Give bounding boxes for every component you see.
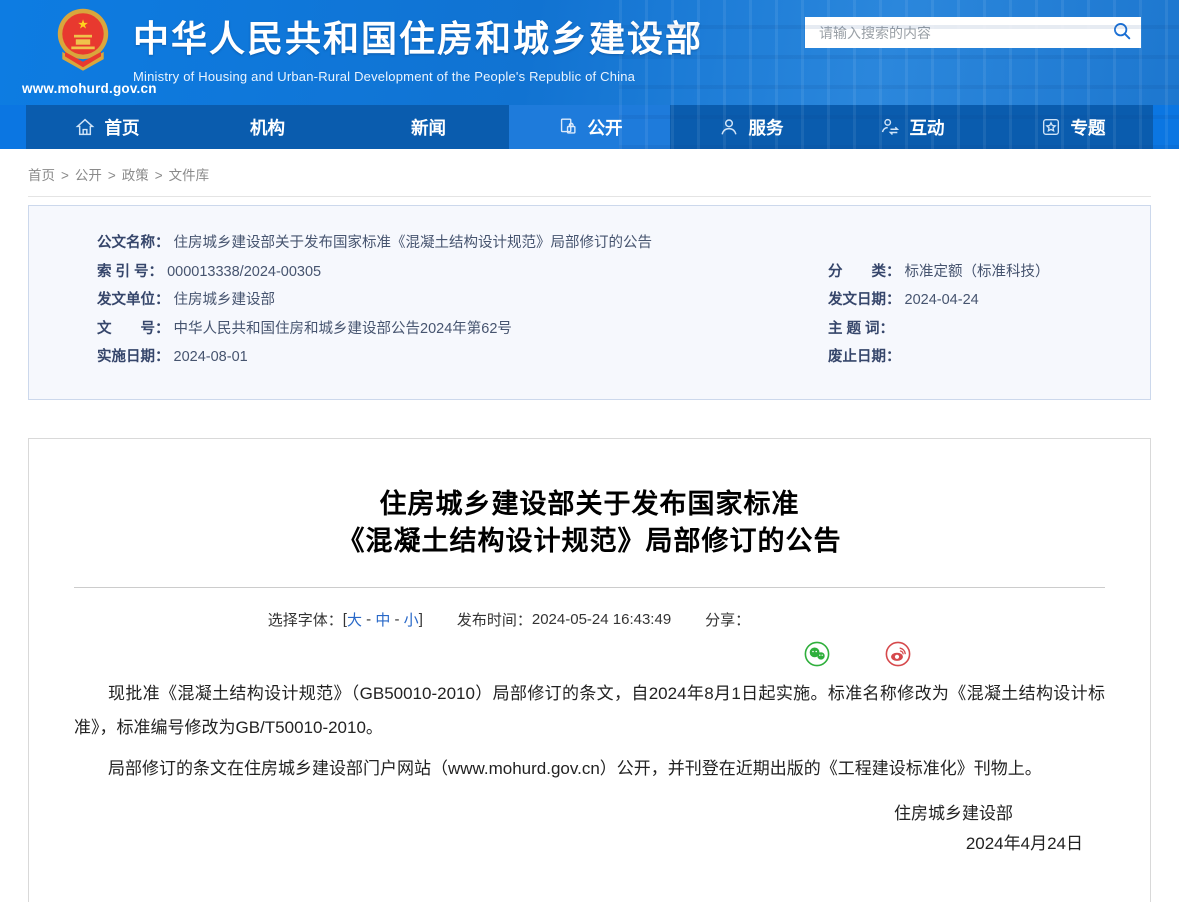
article-title: 住房城乡建设部关于发布国家标准 《混凝土结构设计规范》局部修订的公告: [74, 486, 1105, 560]
nav-label: 新闻: [411, 115, 446, 140]
font-size-separator: -: [362, 611, 375, 628]
font-size-small[interactable]: 小: [404, 609, 419, 630]
meta-value-doc-name: 住房城乡建设部关于发布国家标准《混凝土结构设计规范》局部修订的公告: [174, 235, 653, 251]
nav-label: 专题: [1071, 115, 1106, 140]
meta-value-index-number: 000013338/2024-00305: [167, 264, 321, 280]
share-label: 分享：: [705, 609, 750, 630]
meta-label: 索 引 号：: [97, 264, 163, 280]
breadcrumb: 首页 > 公开 > 政策 > 文件库: [28, 149, 1151, 196]
nav-label: 服务: [749, 115, 784, 140]
interaction-icon: [879, 116, 901, 138]
meta-value-issuing-unit: 住房城乡建设部: [174, 292, 276, 308]
share-icons: [754, 607, 911, 633]
article-paragraph-2: 局部修订的条文在住房城乡建设部门户网站（www.mohurd.gov.cn）公开…: [74, 752, 1105, 786]
main-nav: 首页 机构 新闻 公开 服务: [26, 105, 1153, 149]
nav-label: 机构: [250, 115, 285, 140]
share-weibo-button[interactable]: [835, 607, 911, 633]
topics-icon: [1040, 116, 1062, 138]
meta-row-issuer-date: 发文单位： 住房城乡建设部 发文日期： 2024-04-24: [97, 286, 1130, 315]
nav-row: 首页 机构 新闻 公开 服务: [0, 105, 1179, 149]
disclosure-icon: [557, 116, 579, 138]
home-icon: [74, 116, 96, 138]
breadcrumb-current: 文件库: [169, 168, 210, 183]
meta-value-doc-number: 中华人民共和国住房和城乡建设部公告2024年第62号: [174, 321, 512, 337]
document-meta-panel: 公文名称： 住房城乡建设部关于发布国家标准《混凝土结构设计规范》局部修订的公告 …: [28, 205, 1151, 400]
nav-item-services[interactable]: 服务: [670, 105, 831, 149]
breadcrumb-separator: >: [61, 168, 69, 183]
site-header: ★ www.mohurd.gov.cn 中华人民共和国住房和城乡建设部 Mini…: [0, 0, 1179, 105]
nav-item-disclosure[interactable]: 公开: [509, 105, 670, 149]
meta-label: 主 题 词：: [828, 321, 894, 337]
site-subtitle: Ministry of Housing and Urban-Rural Deve…: [133, 69, 703, 84]
meta-value-category: 标准定额（标准科技）: [905, 264, 1050, 280]
title-divider: [74, 587, 1105, 588]
meta-label: 发文日期：: [828, 292, 901, 308]
font-size-medium[interactable]: 中: [375, 609, 390, 630]
article-paragraph-1: 现批准《混凝土结构设计规范》（GB50010-2010）局部修订的条文，自202…: [74, 677, 1105, 745]
nav-item-interaction[interactable]: 互动: [831, 105, 992, 149]
nav-item-organization[interactable]: 机构: [187, 105, 348, 149]
article-title-line1: 住房城乡建设部关于发布国家标准: [74, 486, 1105, 523]
signature-date: 2024年4月24日: [74, 829, 1105, 859]
publish-time-label: 发布时间：: [457, 609, 532, 630]
svg-text:★: ★: [77, 18, 88, 32]
meta-row-docnum-keywords: 文 号： 中华人民共和国住房和城乡建设部公告2024年第62号 主 题 词：: [97, 315, 1130, 344]
font-size-label: 选择字体：: [268, 609, 343, 630]
breadcrumb-policy[interactable]: 政策: [122, 168, 149, 183]
meta-label: 分 类：: [828, 264, 901, 280]
search-icon: [1112, 21, 1132, 44]
meta-value-issue-date: 2024-04-24: [905, 292, 979, 308]
share-wechat-button[interactable]: [754, 607, 830, 633]
meta-value-effective-date: 2024-08-01: [174, 349, 248, 365]
breadcrumb-divider: [28, 196, 1151, 197]
search-button[interactable]: [1103, 17, 1141, 48]
nav-label: 互动: [910, 115, 945, 140]
nav-label: 公开: [588, 115, 623, 140]
search-box: [805, 17, 1141, 48]
breadcrumb-disclosure[interactable]: 公开: [75, 168, 102, 183]
meta-label: 发文单位：: [97, 292, 170, 308]
publish-time-value: 2024-05-24 16:43:49: [532, 611, 671, 628]
breadcrumb-separator: >: [108, 168, 116, 183]
search-input[interactable]: [805, 17, 1103, 48]
breadcrumb-home[interactable]: 首页: [28, 168, 55, 183]
services-icon: [718, 116, 740, 138]
national-emblem-icon: ★: [56, 4, 110, 85]
nav-item-news[interactable]: 新闻: [348, 105, 509, 149]
article-meta-row: 选择字体：[大 - 中 - 小] 发布时间：2024-05-24 16:43:4…: [74, 607, 1105, 633]
meta-row-doc-name: 公文名称： 住房城乡建设部关于发布国家标准《混凝土结构设计规范》局部修订的公告: [97, 229, 1130, 258]
meta-label: 公文名称：: [97, 235, 170, 251]
meta-row-effective-repeal: 实施日期： 2024-08-01 废止日期：: [97, 343, 1130, 372]
meta-row-index-category: 索 引 号： 000013338/2024-00305 分 类： 标准定额（标准…: [97, 258, 1130, 287]
bracket-close: ]: [419, 611, 423, 628]
signature-unit: 住房城乡建设部: [74, 799, 1105, 829]
meta-label: 文 号：: [97, 321, 170, 337]
font-size-separator: -: [390, 611, 403, 628]
breadcrumb-separator: >: [155, 168, 163, 183]
site-title: 中华人民共和国住房和城乡建设部: [133, 10, 703, 62]
nav-item-topics[interactable]: 专题: [992, 105, 1153, 149]
nav-item-home[interactable]: 首页: [26, 105, 187, 149]
meta-label: 废止日期：: [828, 349, 901, 365]
article-container: 住房城乡建设部关于发布国家标准 《混凝土结构设计规范》局部修订的公告 选择字体：…: [28, 438, 1151, 902]
font-size-large[interactable]: 大: [347, 609, 362, 630]
nav-label: 首页: [105, 115, 140, 140]
article-body: 现批准《混凝土结构设计规范》（GB50010-2010）局部修订的条文，自202…: [74, 677, 1105, 786]
article-title-line2: 《混凝土结构设计规范》局部修订的公告: [74, 523, 1105, 560]
meta-label: 实施日期：: [97, 349, 170, 365]
